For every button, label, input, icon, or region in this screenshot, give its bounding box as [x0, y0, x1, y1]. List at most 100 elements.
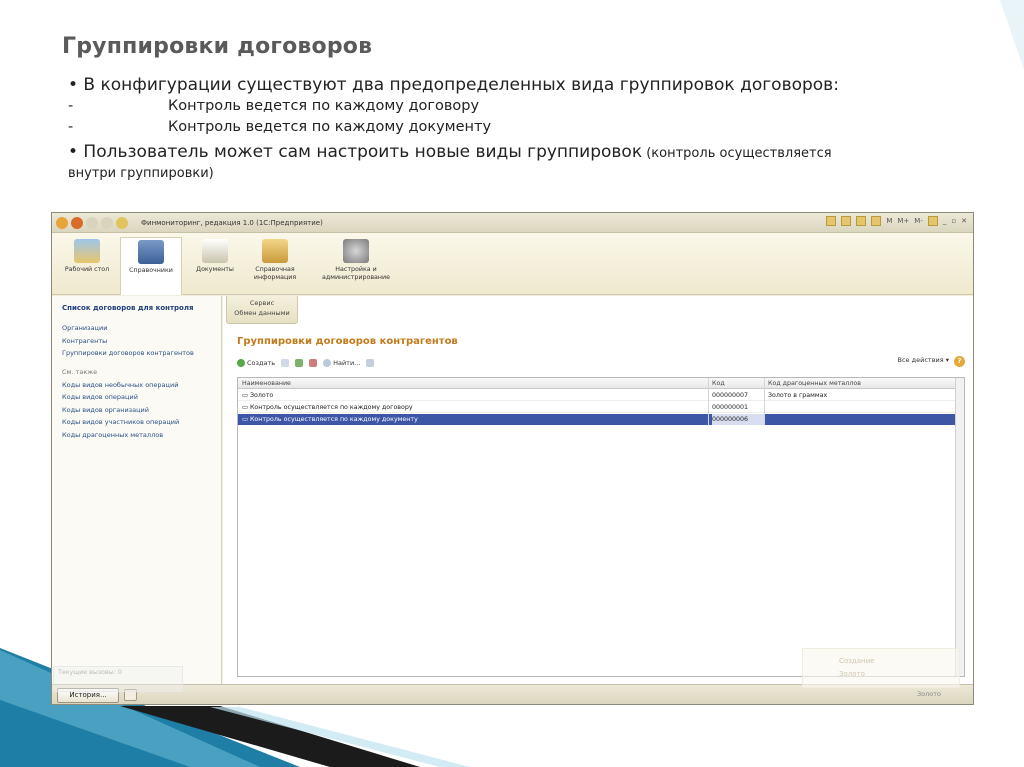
ribbon-item-label: Настройка и администрирование — [322, 266, 390, 281]
nav-see-also-label: См. также — [62, 367, 98, 376]
folder-icon — [262, 239, 288, 263]
ribbon-item-catalogs[interactable]: Справочники — [120, 237, 182, 295]
row-name-text: Золото — [249, 391, 274, 399]
back-arrow-icon[interactable] — [71, 216, 83, 229]
bullet-user-config: • Пользователь может сам настроить новые… — [68, 141, 968, 165]
ghost-notification-text: Золото — [839, 670, 865, 678]
service-panel-tab[interactable]: Сервис Обмен данными — [226, 296, 298, 324]
slide: { "slide": { "title": "Группировки догов… — [0, 0, 1024, 767]
bullet-list: • В конфигурации существуют два предопре… — [68, 74, 968, 183]
help-icon[interactable]: ? — [954, 356, 965, 367]
forward-arrow-icon[interactable] — [86, 216, 98, 229]
table-row[interactable]: ▭ Золото 000000007 Золото в граммах — [238, 390, 964, 401]
nav-heading[interactable]: Список договоров для контроля — [52, 296, 221, 322]
bullet-user-config-continuation: внутри группировки) — [68, 166, 214, 181]
nav-link-unusual-op-codes[interactable]: Коды видов необычных операций — [52, 379, 221, 392]
app-window: Финмониторинг, редакция 1.0 (1С:Предприя… — [51, 212, 974, 705]
clipboard-icon — [202, 239, 228, 263]
row-name-text: Контроль осуществляется по каждому докум… — [249, 416, 418, 423]
column-header-code[interactable]: Код — [712, 380, 764, 387]
service-tab-label: Сервис — [249, 299, 275, 307]
people-icon — [138, 240, 164, 264]
close-icon[interactable]: ✕ — [961, 217, 967, 225]
main-workspace: Сервис Обмен данными Группировки договор… — [223, 296, 973, 684]
ghost-notification-right: Создание Золото — [802, 648, 960, 688]
ribbon-item-documents[interactable]: Документы — [184, 237, 246, 274]
create-button-label: Создать — [247, 359, 276, 367]
nav-link-contract-groupings[interactable]: Группировки договоров контрагентов — [52, 347, 221, 360]
ghost-notification-left: Текущие вызовы: 0 — [53, 666, 183, 692]
data-exchange-link[interactable]: Обмен данными — [227, 308, 297, 318]
status-text: Золото — [916, 690, 941, 698]
form-title: Группировки договоров контрагентов — [237, 336, 458, 347]
nav-link-counterparties[interactable]: Контрагенты — [52, 335, 221, 348]
create-button[interactable]: Создать — [237, 359, 275, 367]
memory-m-button[interactable]: M — [886, 217, 892, 225]
app-title: Финмониторинг, редакция 1.0 (1С:Предприя… — [141, 218, 323, 227]
table-header: Наименование Код Код драгоценных металло… — [238, 378, 964, 389]
toolbar-tool-icon[interactable] — [871, 216, 882, 226]
home-icon[interactable] — [101, 216, 113, 229]
app-titlebar: Финмониторинг, редакция 1.0 (1С:Предприя… — [52, 213, 973, 233]
sub-item-contract: - Контроль ведется по каждому договору — [68, 96, 968, 117]
corner-accent-shape — [1000, 0, 1024, 70]
ribbon-item-desktop[interactable]: Рабочий стол — [56, 237, 118, 274]
toolbar-tool-icon[interactable] — [841, 216, 852, 226]
table-scrollbar[interactable] — [955, 378, 964, 676]
all-actions-menu[interactable]: Все действия ▾ — [898, 356, 949, 364]
sub-item-text: Контроль ведется по каждому договору — [168, 98, 480, 114]
info-icon[interactable] — [927, 216, 938, 226]
nav-link-organizations[interactable]: Организации — [52, 322, 221, 335]
titlebar-tools: M M+ M- _ ▫ ✕ — [826, 216, 967, 226]
toolbar-tool-icon[interactable] — [826, 216, 837, 226]
row-name-cell: ▭ Золото — [242, 391, 274, 399]
ribbon-item-reference-info[interactable]: Справочная информация — [244, 237, 306, 282]
edit-icon[interactable] — [295, 359, 304, 367]
find-button[interactable]: Найти... — [323, 359, 360, 367]
copy-icon[interactable] — [281, 359, 290, 367]
ribbon-item-settings[interactable]: Настройка и администрирование — [314, 237, 398, 282]
ribbon-item-label: Документы — [196, 266, 234, 273]
row-code-cell: 000000001 — [712, 403, 749, 411]
column-divider — [764, 378, 765, 425]
memory-minus-button[interactable]: M- — [914, 217, 923, 225]
nav-link-op-type-codes[interactable]: Коды видов операций — [52, 391, 221, 404]
magnifier-icon — [323, 359, 332, 367]
column-divider — [708, 378, 709, 425]
row-code-cell: 000000006 — [712, 414, 764, 425]
app-menu-icon[interactable] — [56, 216, 68, 229]
row-name-cell: ▭ Контроль осуществляется по каждому дог… — [242, 403, 413, 411]
nav-link-participant-codes[interactable]: Коды видов участников операций — [52, 416, 221, 429]
cancel-search-icon[interactable] — [366, 359, 375, 367]
table-row[interactable]: ▭ Контроль осуществляется по каждому дог… — [238, 402, 964, 413]
groupings-table: Наименование Код Код драгоценных металло… — [237, 377, 965, 677]
table-row-selected[interactable]: ▭ Контроль осуществляется по каждому док… — [238, 414, 964, 425]
row-metal-cell: Золото в граммах — [768, 391, 828, 399]
delete-mark-icon[interactable] — [309, 359, 318, 367]
minimize-icon[interactable]: _ — [943, 217, 947, 225]
plus-icon — [237, 359, 245, 367]
memory-plus-button[interactable]: M+ — [897, 217, 909, 225]
form-toolbar: Создать Найти... Все действия ▾ ? — [237, 356, 967, 370]
ribbon-item-label: Справочники — [129, 267, 173, 274]
sub-item-dash: - — [68, 98, 74, 114]
find-button-label: Найти... — [333, 359, 361, 367]
star-icon[interactable] — [116, 216, 128, 229]
sub-item-dash: - — [68, 119, 74, 135]
slide-title: Группировки договоров — [62, 34, 373, 59]
row-name-cell: ▭ Контроль осуществляется по каждому док… — [242, 416, 418, 423]
column-header-metal-code[interactable]: Код драгоценных металлов — [768, 380, 948, 387]
ribbon-item-label: Рабочий стол — [64, 266, 110, 273]
nav-link-org-type-codes[interactable]: Коды видов организаций — [52, 404, 221, 417]
bullet-predefined: • В конфигурации существуют два предопре… — [68, 75, 839, 95]
app-ribbon: Рабочий стол Справочники Документы Справ… — [52, 233, 973, 295]
ghost-notification-title: Создание — [839, 657, 875, 665]
desktop-icon — [74, 239, 100, 263]
column-header-name[interactable]: Наименование — [242, 380, 704, 387]
ribbon-item-label: Справочная информация — [253, 266, 297, 281]
gear-icon — [343, 239, 369, 263]
nav-link-precious-metal-codes[interactable]: Коды драгоценных металлов — [52, 429, 221, 442]
bullet-user-config-note: (контроль осуществляется — [642, 146, 832, 161]
toolbar-tool-icon[interactable] — [856, 216, 867, 226]
restore-icon[interactable]: ▫ — [951, 217, 956, 225]
